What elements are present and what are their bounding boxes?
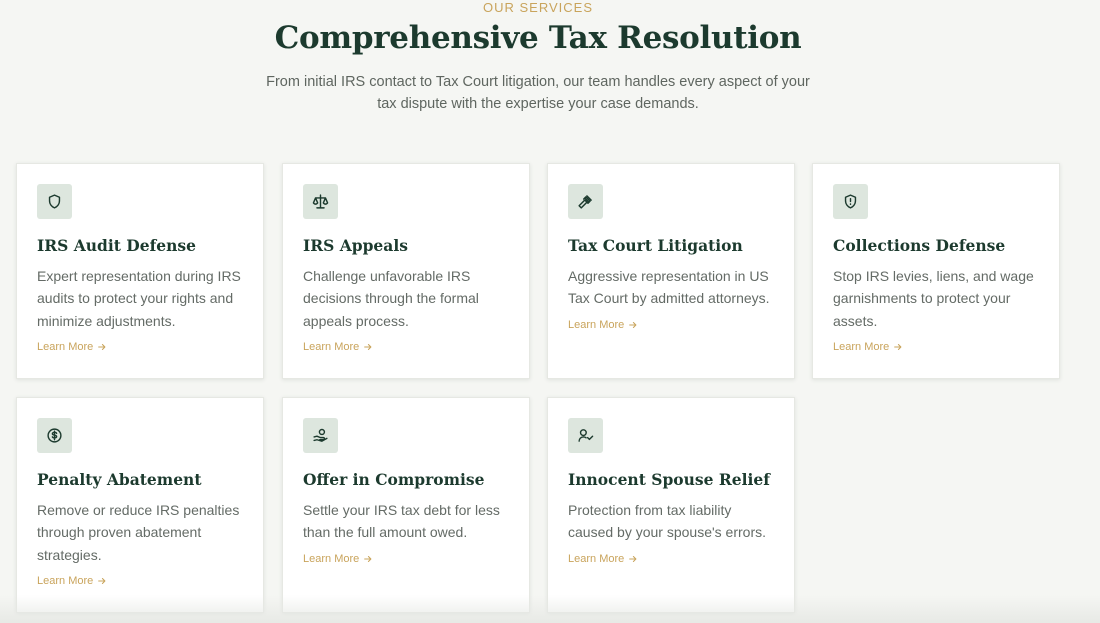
- service-title: Collections Defense: [833, 236, 1006, 255]
- service-card-collections: Collections Defense Stop IRS levies, lie…: [812, 163, 1060, 379]
- shield-alert-icon: [833, 184, 868, 219]
- service-description: Aggressive representation in US Tax Cour…: [568, 268, 770, 307]
- learn-more-label: Learn More: [568, 318, 625, 331]
- service-description: Protection from tax liability caused by …: [568, 502, 766, 541]
- service-card-innocent-spouse: Innocent Spouse Relief Protection from t…: [547, 397, 795, 613]
- arrow-right-icon: [364, 555, 372, 562]
- service-description: Expert representation during IRS audits …: [37, 268, 241, 329]
- hand-coins-icon: [303, 418, 338, 453]
- service-title: Tax Court Litigation: [568, 236, 743, 255]
- learn-more-link[interactable]: Learn More: [568, 553, 638, 565]
- arrow-right-icon: [98, 578, 106, 585]
- learn-more-link[interactable]: Learn More: [833, 341, 903, 353]
- arrow-right-icon: [629, 555, 637, 562]
- dollar-circle-icon: [37, 418, 72, 453]
- shield-icon: [37, 184, 72, 219]
- section-eyebrow: OUR SERVICES: [482, 0, 593, 15]
- section-subtitle: From initial IRS contact to Tax Court li…: [266, 74, 810, 112]
- learn-more-link[interactable]: Learn More: [303, 553, 373, 565]
- service-card-appeals: IRS Appeals Challenge unfavorable IRS de…: [282, 163, 530, 379]
- learn-more-label: Learn More: [833, 341, 890, 354]
- learn-more-label: Learn More: [303, 341, 360, 354]
- user-check-icon: [568, 418, 603, 453]
- learn-more-label: Learn More: [37, 575, 94, 588]
- service-title: IRS Appeals: [303, 236, 408, 255]
- learn-more-link[interactable]: Learn More: [37, 575, 107, 587]
- service-card-tax-court: Tax Court Litigation Aggressive represen…: [547, 163, 795, 379]
- service-title: Innocent Spouse Relief: [568, 470, 770, 489]
- service-description: Settle your IRS tax debt for less than t…: [303, 502, 500, 541]
- service-description: Challenge unfavorable IRS decisions thro…: [303, 268, 479, 329]
- service-description: Stop IRS levies, liens, and wage garnish…: [833, 268, 1034, 329]
- services-section: OUR SERVICES Comprehensive Tax Resolutio…: [0, 0, 1100, 623]
- service-title: IRS Audit Defense: [37, 236, 196, 255]
- learn-more-label: Learn More: [568, 552, 625, 565]
- service-card-offer-compromise: Offer in Compromise Settle your IRS tax …: [282, 397, 530, 613]
- learn-more-label: Learn More: [303, 552, 360, 565]
- service-card-penalty-abatement: Penalty Abatement Remove or reduce IRS p…: [16, 397, 264, 613]
- learn-more-link[interactable]: Learn More: [568, 319, 638, 331]
- arrow-right-icon: [629, 321, 637, 328]
- service-card-audit-defense: IRS Audit Defense Expert representation …: [16, 163, 264, 379]
- arrow-right-icon: [98, 344, 106, 351]
- learn-more-link[interactable]: Learn More: [37, 341, 107, 353]
- learn-more-label: Learn More: [37, 341, 94, 354]
- service-title: Penalty Abatement: [37, 470, 202, 489]
- gavel-icon: [568, 184, 603, 219]
- section-title: Comprehensive Tax Resolution: [274, 20, 802, 56]
- learn-more-link[interactable]: Learn More: [303, 341, 373, 353]
- bottom-fade: [0, 595, 1100, 623]
- scale-icon: [303, 184, 338, 219]
- arrow-right-icon: [364, 344, 372, 351]
- service-description: Remove or reduce IRS penalties through p…: [37, 502, 240, 563]
- arrow-right-icon: [894, 344, 902, 351]
- service-title: Offer in Compromise: [303, 470, 485, 489]
